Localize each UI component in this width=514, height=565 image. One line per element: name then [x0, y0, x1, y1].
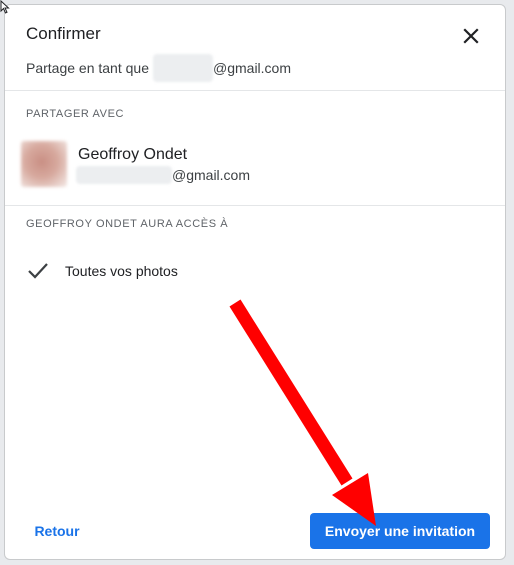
access-label: GEOFFROY ONDET AURA ACCÈS À: [26, 218, 229, 230]
redacted-contact-email: [76, 166, 172, 184]
share-with-label: PARTAGER AVEC: [26, 108, 125, 120]
contact-email: @gmail.com: [76, 166, 250, 184]
contact-divider: [5, 205, 505, 206]
access-item-all-photos: Toutes vos photos: [65, 263, 178, 279]
sharing-as-prefix: Partage en tant que: [26, 60, 149, 76]
header-divider: [5, 90, 505, 91]
sharing-as-line: Partage en tant que @gmail.com: [26, 54, 291, 82]
back-button[interactable]: Retour: [27, 515, 87, 547]
close-icon: [463, 28, 479, 44]
contact-name: Geoffroy Ondet: [78, 146, 188, 163]
sharing-as-suffix: @gmail.com: [213, 60, 292, 76]
contact-email-suffix: @gmail.com: [172, 167, 251, 183]
check-icon: [28, 263, 48, 279]
close-button[interactable]: [458, 23, 484, 49]
redacted-sender-email: [153, 54, 213, 82]
confirm-dialog: Confirmer Partage en tant que @gmail.com…: [4, 4, 506, 560]
dialog-title: Confirmer: [26, 24, 101, 43]
send-invitation-button[interactable]: Envoyer une invitation: [310, 513, 490, 549]
avatar: [21, 141, 67, 187]
mouse-cursor-icon: [0, 0, 10, 14]
